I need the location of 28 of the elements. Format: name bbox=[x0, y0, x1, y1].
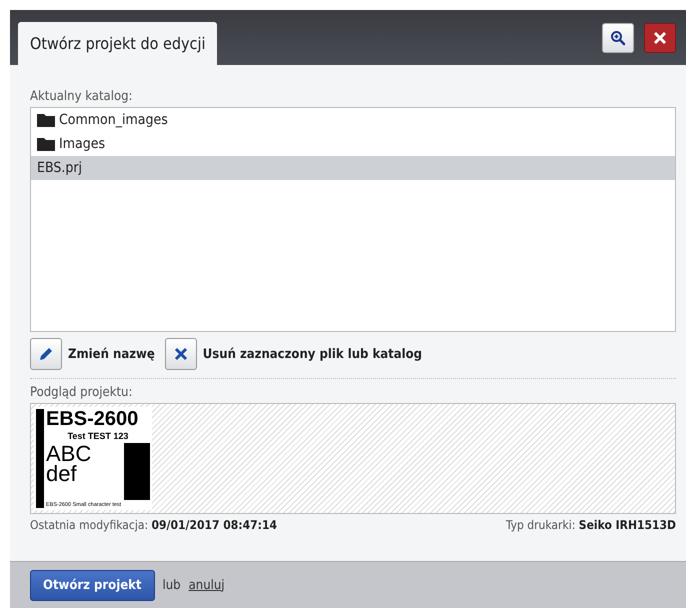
dialog-title-tab[interactable]: Otwórz projekt do edycji bbox=[18, 22, 218, 65]
label-big-text: ABC bbox=[46, 443, 92, 465]
label-subheading: Test TEST 123 bbox=[66, 431, 130, 441]
magnifier-icon bbox=[610, 30, 626, 46]
or-text: lub bbox=[162, 578, 181, 592]
preview-label: Podgląd projektu: bbox=[30, 385, 134, 400]
action-label: Zmień nazwę bbox=[68, 346, 155, 362]
folder-icon bbox=[37, 137, 55, 151]
printer-info: Typ drukarki: Seiko IRH1513D bbox=[506, 518, 676, 532]
open-project-button[interactable]: Otwórz projekt bbox=[30, 570, 155, 600]
folder-icon bbox=[37, 113, 55, 127]
directory-label: Aktualny katalog: bbox=[30, 89, 134, 104]
close-icon bbox=[653, 30, 667, 44]
action-label: Usuń zaznaczony plik lub katalog bbox=[202, 346, 422, 362]
zoom-button[interactable] bbox=[602, 22, 634, 52]
cross-icon bbox=[172, 346, 189, 362]
close-button[interactable] bbox=[644, 22, 676, 52]
modified-info: Ostatnia modyfikacja: 09/01/2017 08:47:14 bbox=[30, 518, 277, 532]
file-list-item[interactable]: Images bbox=[31, 132, 675, 156]
label-heading: EBS-2600 bbox=[46, 409, 140, 429]
delete-button[interactable] bbox=[164, 338, 197, 370]
file-list-item[interactable]: Common_images bbox=[31, 108, 675, 132]
filled-rectangle bbox=[124, 443, 150, 500]
rename-button[interactable] bbox=[30, 338, 62, 370]
cancel-link[interactable]: anuluj bbox=[188, 578, 225, 592]
pencil-icon bbox=[37, 345, 55, 363]
label-small-text: def bbox=[46, 465, 77, 483]
file-list-item[interactable]: EBS.prj bbox=[31, 156, 675, 180]
